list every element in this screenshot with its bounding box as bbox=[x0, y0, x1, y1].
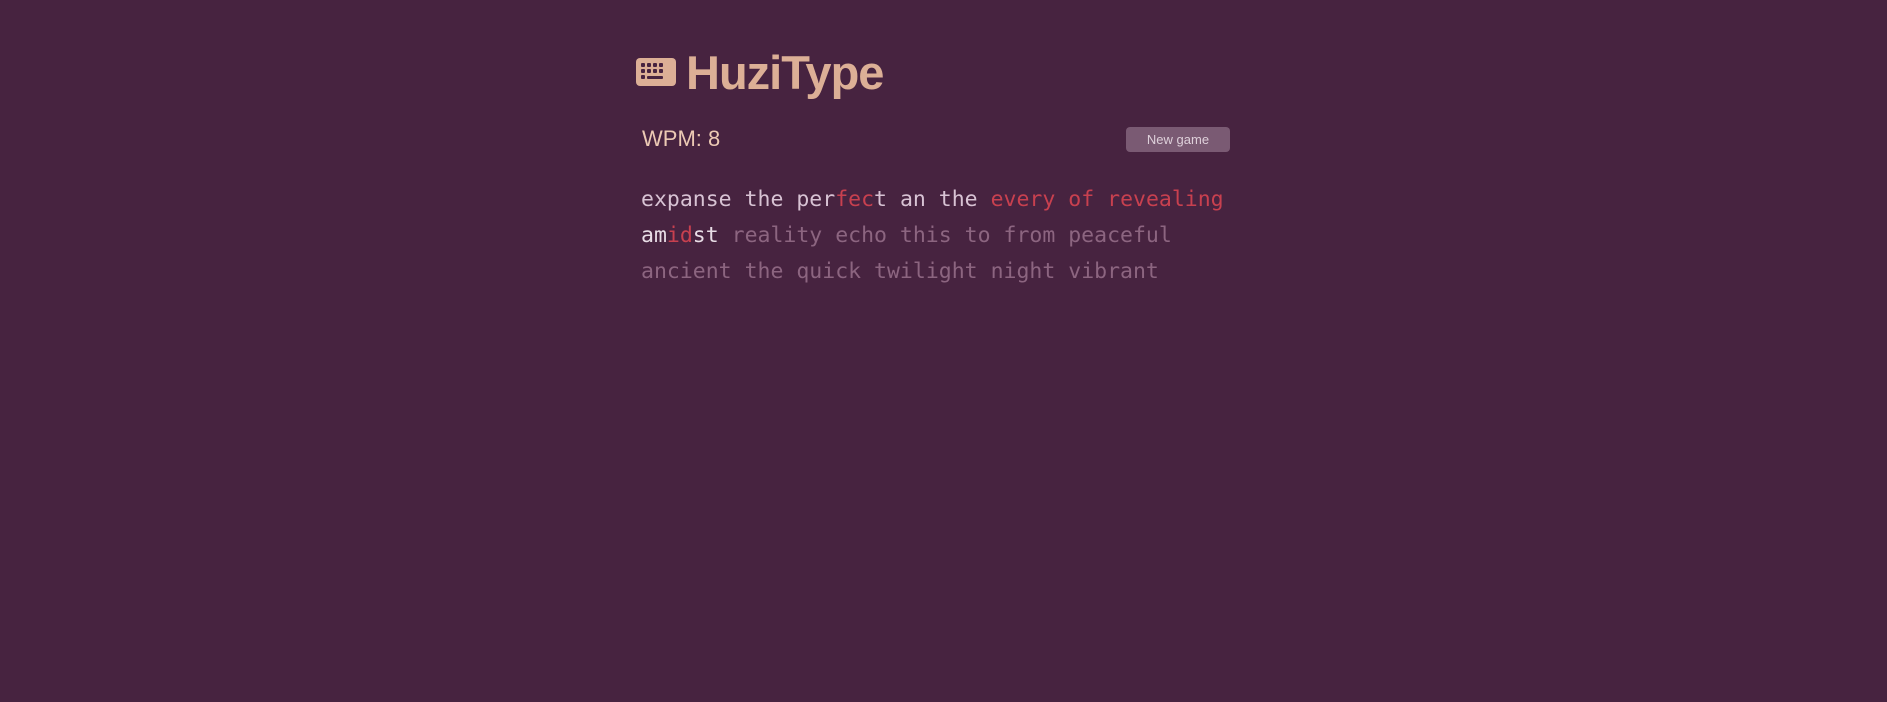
word-segment-correct: the bbox=[938, 187, 978, 212]
word: of bbox=[1068, 187, 1094, 212]
word: perfect bbox=[796, 187, 887, 212]
word-segment-pending: reality bbox=[731, 223, 823, 248]
word: to bbox=[965, 223, 991, 248]
keyboard-icon bbox=[636, 58, 676, 86]
word: reality bbox=[732, 223, 823, 248]
word-segment-incorrect: id bbox=[666, 223, 693, 248]
word-segment-pending: peaceful bbox=[1068, 223, 1172, 248]
word: night bbox=[991, 259, 1056, 284]
word-line: expanse the perfect an the every of reve… bbox=[641, 182, 1231, 218]
word-segment-correct: t bbox=[874, 187, 887, 212]
word: peaceful bbox=[1068, 223, 1172, 248]
word-segment-correct: an bbox=[899, 187, 926, 212]
word: the bbox=[745, 187, 784, 212]
word: revealing bbox=[1107, 187, 1224, 212]
word-segment-incorrect: revealing bbox=[1107, 187, 1224, 212]
word: ancient bbox=[641, 259, 732, 284]
word-segment-bright: st bbox=[692, 223, 719, 248]
typing-text-area[interactable]: expanse the perfect an the every of reve… bbox=[641, 182, 1231, 290]
app-title: HuziType bbox=[686, 45, 884, 99]
word: quick bbox=[796, 259, 861, 284]
word: every bbox=[991, 187, 1056, 212]
word-segment-pending: ancient bbox=[641, 259, 732, 284]
word: an bbox=[900, 187, 926, 212]
word-segment-pending: the bbox=[744, 259, 784, 284]
app-container: HuziType WPM: 8 New game expanse the per… bbox=[636, 44, 1231, 290]
word-line: ancient the quick twilight night vibrant bbox=[641, 254, 1231, 290]
brand-header: HuziType bbox=[636, 44, 1231, 100]
word: the bbox=[939, 187, 978, 212]
word: expanse bbox=[641, 187, 732, 212]
word-segment-pending: quick bbox=[796, 259, 862, 284]
word: amidst bbox=[641, 223, 719, 248]
word: from bbox=[1004, 223, 1056, 248]
wpm-counter: WPM: 8 bbox=[642, 126, 721, 151]
word-segment-incorrect: fec bbox=[835, 187, 875, 212]
word-line: amidst reality echo this to from peacefu… bbox=[641, 218, 1231, 254]
word-segment-incorrect: of bbox=[1068, 187, 1095, 212]
toolbar: WPM: 8 New game bbox=[636, 126, 1231, 156]
word-segment-pending: echo bbox=[835, 223, 887, 248]
word: twilight bbox=[874, 259, 978, 284]
word-segment-correct: per bbox=[796, 187, 836, 212]
word-segment-pending: vibrant bbox=[1068, 259, 1159, 284]
word: vibrant bbox=[1068, 259, 1159, 284]
word-segment-correct: the bbox=[744, 187, 784, 212]
word: echo bbox=[835, 223, 887, 248]
word-segment-pending: night bbox=[990, 259, 1056, 284]
word-segment-incorrect: every bbox=[990, 187, 1056, 212]
word-segment-correct: expanse bbox=[641, 187, 732, 212]
word-segment-pending: from bbox=[1003, 223, 1056, 248]
word-segment-pending: to bbox=[964, 223, 991, 248]
word-segment-pending: this bbox=[899, 223, 952, 248]
word: the bbox=[745, 259, 784, 284]
new-game-button[interactable]: New game bbox=[1126, 127, 1230, 152]
word-segment-pending: twilight bbox=[874, 259, 978, 284]
word: this bbox=[900, 223, 952, 248]
word-segment-bright: am bbox=[641, 223, 667, 248]
